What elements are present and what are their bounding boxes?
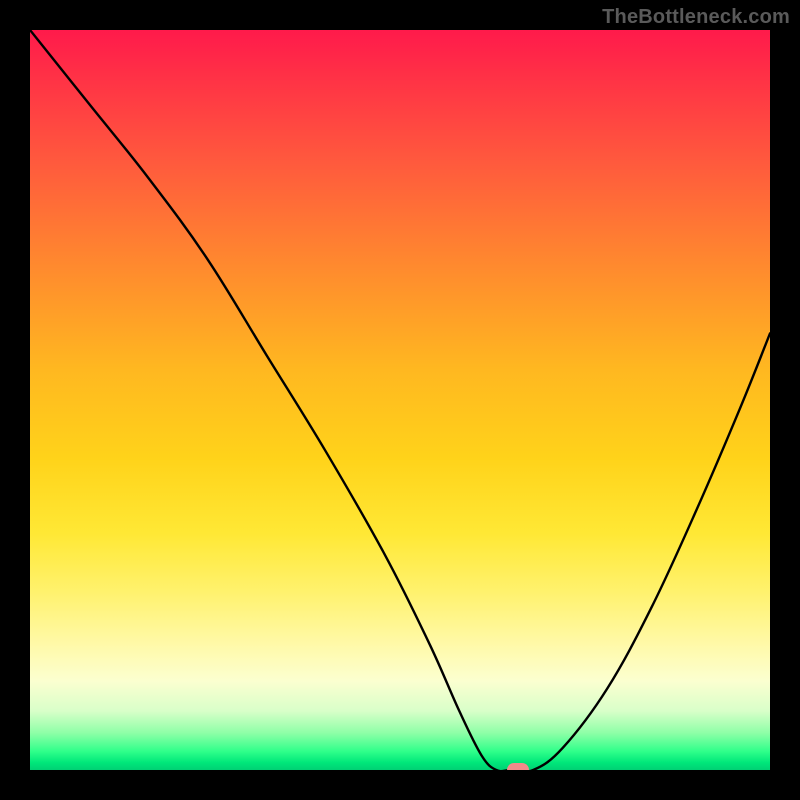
chart-frame: TheBottleneck.com bbox=[0, 0, 800, 800]
plot-area bbox=[30, 30, 770, 770]
watermark-text: TheBottleneck.com bbox=[602, 6, 790, 29]
bottleneck-curve bbox=[30, 30, 770, 770]
optimal-point-marker bbox=[507, 763, 529, 770]
